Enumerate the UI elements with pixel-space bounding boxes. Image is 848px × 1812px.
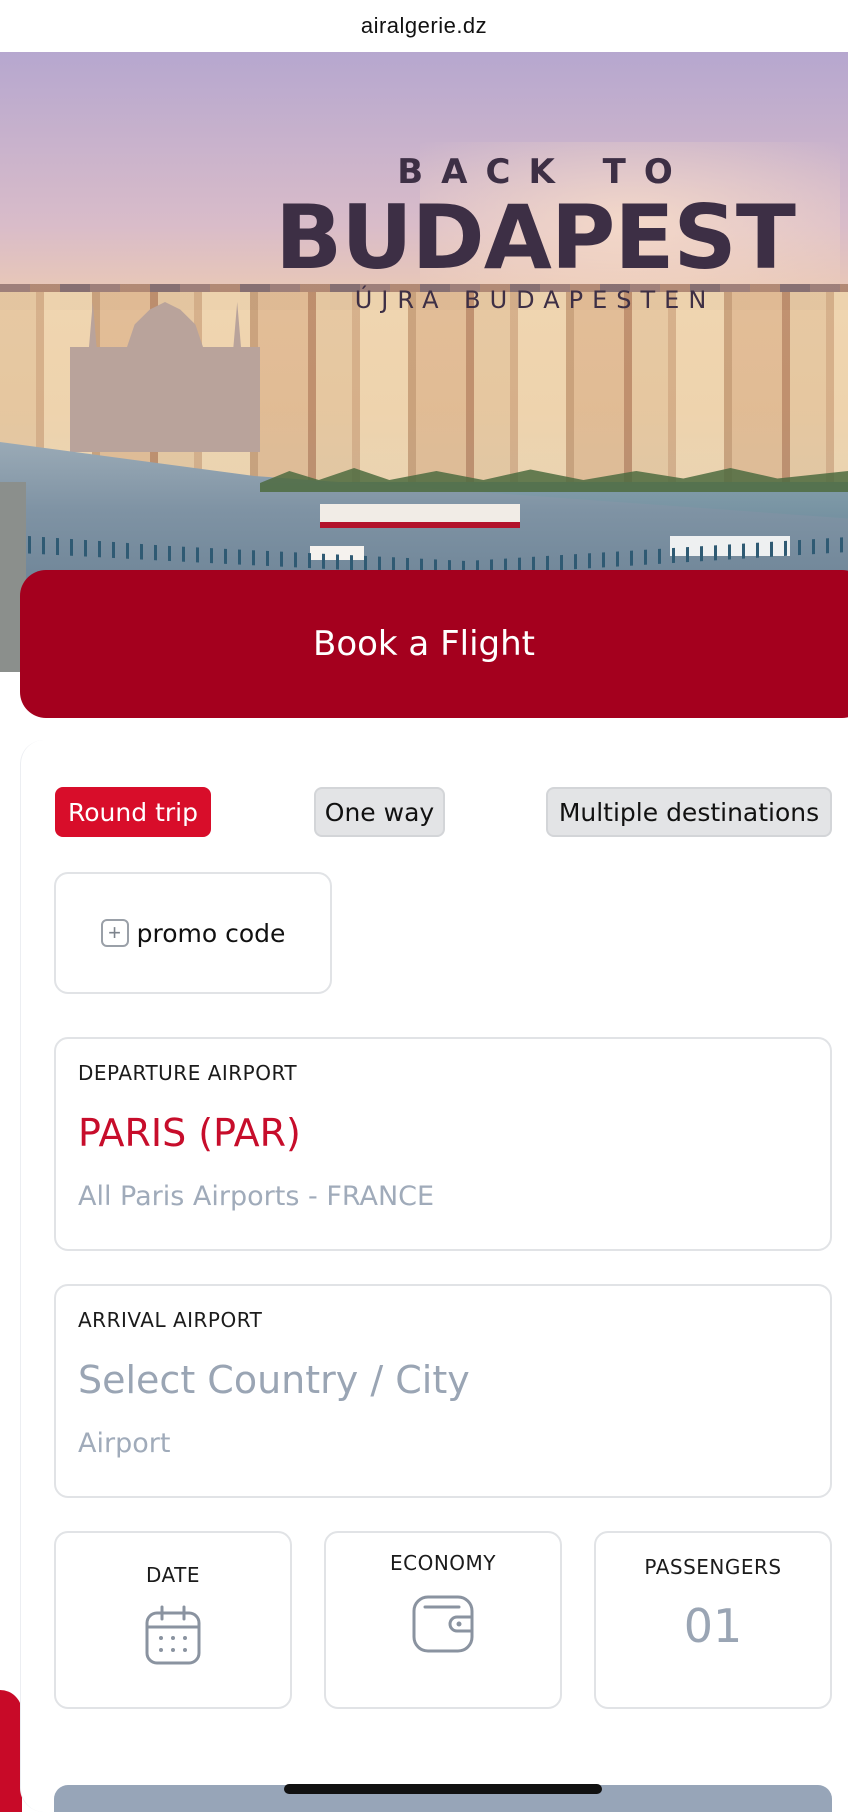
departure-label: DEPARTURE AIRPORT	[78, 1061, 298, 1085]
hero-boat	[320, 504, 520, 528]
departure-city: PARIS (PAR)	[78, 1111, 301, 1155]
cabin-class-label: ECONOMY	[389, 1551, 497, 1575]
passengers-selector[interactable]: PASSENGERS 01	[594, 1531, 832, 1709]
side-accent	[0, 1690, 22, 1812]
hero-title: BUDAPEST	[275, 186, 796, 289]
browser-url-bar[interactable]: airalgerie.dz	[0, 0, 848, 52]
passengers-count: 01	[683, 1599, 743, 1653]
date-picker[interactable]: DATE	[54, 1531, 292, 1709]
calendar-icon	[145, 1605, 201, 1665]
arrival-airport-field[interactable]: ARRIVAL AIRPORT Select Country / City Ai…	[54, 1284, 832, 1498]
promo-code-button[interactable]: + promo code	[54, 872, 332, 994]
url-text: airalgerie.dz	[360, 13, 488, 38]
passengers-label: PASSENGERS	[644, 1555, 782, 1579]
promo-code-label: promo code	[136, 918, 286, 948]
arrival-placeholder: Select Country / City	[78, 1358, 470, 1402]
departure-airport-field[interactable]: DEPARTURE AIRPORT PARIS (PAR) All Paris …	[54, 1037, 832, 1251]
trip-type-multiple-destinations[interactable]: Multiple destinations	[546, 787, 832, 837]
arrival-airport-placeholder: Airport	[78, 1428, 171, 1459]
book-flight-header[interactable]: Book a Flight	[20, 570, 848, 718]
date-label: DATE	[145, 1563, 201, 1587]
home-indicator[interactable]	[284, 1784, 602, 1794]
cabin-class-selector[interactable]: ECONOMY	[324, 1531, 562, 1709]
trip-type-one-way[interactable]: One way	[314, 787, 445, 837]
hero-headline: BACK TO BUDAPEST ÚJRA BUDAPESTEN	[240, 152, 830, 314]
plus-square-icon: +	[100, 919, 129, 947]
trip-type-round-trip[interactable]: Round trip	[55, 787, 211, 837]
departure-detail: All Paris Airports - FRANCE	[78, 1181, 435, 1212]
wallet-icon	[412, 1595, 474, 1653]
book-flight-title: Book a Flight	[313, 624, 535, 664]
hero-subtitle: ÚJRA BUDAPESTEN	[354, 286, 716, 314]
arrival-label: ARRIVAL AIRPORT	[78, 1308, 263, 1332]
